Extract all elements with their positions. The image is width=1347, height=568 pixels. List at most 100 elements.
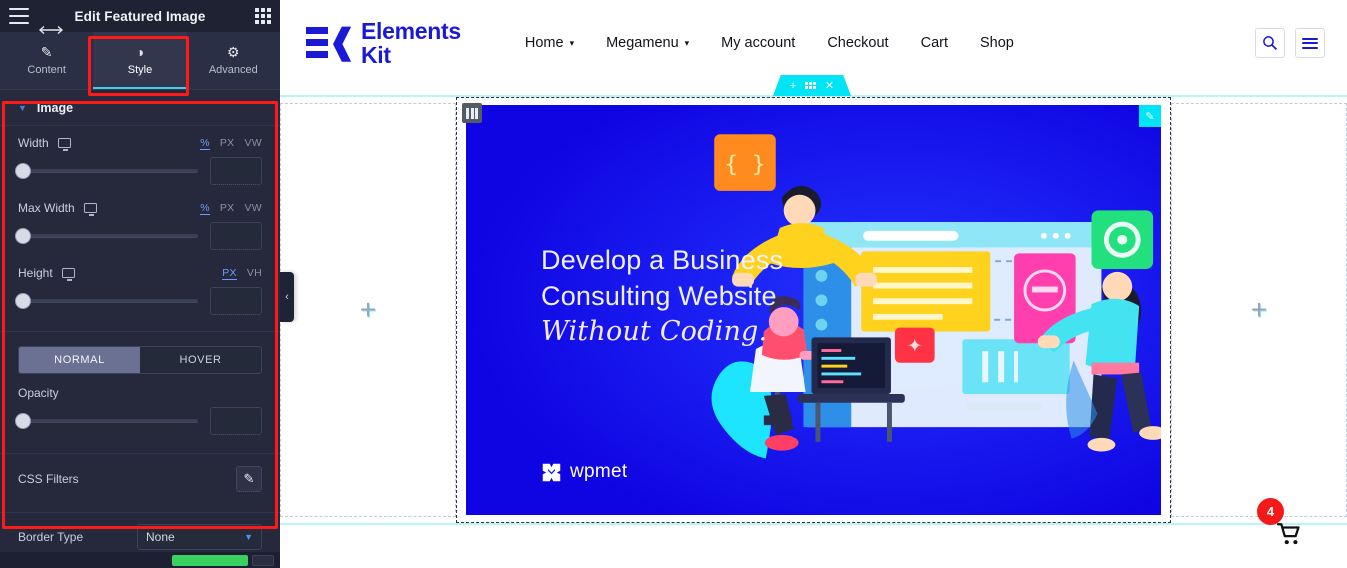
header-actions — [1255, 28, 1325, 58]
banner-headline-script: Without Coding. — [541, 316, 768, 348]
desktop-icon[interactable] — [61, 268, 75, 281]
nav-item-my-account[interactable]: My account — [721, 35, 795, 51]
site-header: ❰ Elements Kit Home ▾ Megamenu ▾ My acco… — [280, 0, 1347, 86]
site-preview: ❰ Elements Kit Home ▾ Megamenu ▾ My acco… — [280, 0, 1347, 568]
border-type-label: Border Type — [18, 530, 84, 544]
shopping-cart-icon[interactable] — [1277, 522, 1303, 546]
panel-title: Edit Featured Image — [74, 8, 206, 24]
height-slider[interactable] — [16, 294, 198, 308]
unit-vw[interactable]: VW — [244, 202, 262, 215]
grid-dots-icon[interactable] — [805, 82, 816, 89]
panel-footer-action[interactable] — [252, 554, 274, 566]
close-x-icon[interactable]: ✕ — [825, 79, 834, 92]
section-toolbar[interactable]: + ✕ — [773, 75, 851, 96]
section-title: Image — [36, 100, 74, 115]
banner-headline-line1: Develop a Business — [541, 245, 784, 275]
site-logo[interactable]: ❰ Elements Kit — [306, 19, 461, 67]
unit-px[interactable]: PX — [220, 202, 235, 215]
state-tab-normal[interactable]: NORMAL — [19, 347, 140, 373]
max-width-input[interactable] — [210, 222, 262, 250]
opacity-input[interactable] — [210, 407, 262, 435]
opacity-slider-knob[interactable] — [16, 414, 30, 428]
state-tab-group: NORMAL HOVER — [18, 346, 262, 374]
unit-px[interactable]: PX — [222, 267, 237, 280]
control-width-label: Width — [18, 136, 71, 151]
desktop-icon[interactable] — [83, 203, 97, 216]
column-right-empty[interactable]: + — [1171, 103, 1347, 517]
editor-section: + ✎ {} ✦ Develop a Business Consulting … — [280, 95, 1347, 525]
control-width: Width % PX VW — [0, 126, 280, 191]
svg-text:{ }: { } — [724, 152, 765, 178]
nav-item-checkout[interactable]: Checkout — [827, 35, 888, 51]
search-icon[interactable] — [1255, 28, 1285, 58]
add-widget-plus-icon[interactable]: + — [360, 296, 376, 324]
unit-percent[interactable]: % — [200, 137, 210, 150]
nav-item-cart[interactable]: Cart — [921, 35, 948, 51]
column-left-empty[interactable]: + — [280, 103, 456, 517]
nav-item-shop[interactable]: Shop — [980, 35, 1014, 51]
border-type-value: None — [146, 530, 175, 544]
control-border-type: Border Type None ▼ — [0, 513, 280, 556]
logo-line-2: Kit — [361, 42, 391, 68]
max-width-slider-knob[interactable] — [16, 229, 30, 243]
banner-brand-text: wpmet — [570, 461, 628, 482]
tab-advanced[interactable]: ⚙ Advanced — [187, 32, 280, 89]
column-with-image-widget[interactable]: ✎ {} ✦ Develop a Business Consulting We… — [456, 97, 1171, 523]
unit-vw[interactable]: VW — [244, 137, 262, 150]
tab-style-label: Style — [127, 64, 153, 76]
wpmet-logo-icon — [541, 462, 562, 483]
pencil-edit-icon[interactable]: ✎ — [236, 466, 262, 492]
panel-collapse-toggle[interactable]: ‹ — [280, 272, 294, 322]
css-filters-label: CSS Filters — [18, 472, 79, 486]
control-css-filters: CSS Filters ✎ — [0, 454, 280, 498]
opacity-slider[interactable] — [16, 414, 198, 428]
gear-icon: ⚙ — [227, 44, 240, 60]
nav-item-megamenu[interactable]: Megamenu ▾ — [606, 35, 689, 51]
grid-apps-icon[interactable] — [255, 8, 271, 24]
elementor-editor-screen: Edit Featured Image ✎ Content ◑ Style ⚙ … — [0, 0, 1347, 568]
hamburger-icon[interactable] — [9, 8, 29, 24]
control-opacity: Opacity — [0, 374, 280, 441]
menu-hamburger-icon[interactable] — [1295, 28, 1325, 58]
banner-headline-line2: Consulting Website — [541, 280, 777, 311]
main-nav: Home ▾ Megamenu ▾ My account Checkout Ca… — [525, 35, 1014, 51]
add-widget-plus-icon[interactable]: + — [1251, 296, 1267, 324]
unit-vh[interactable]: VH — [247, 267, 262, 280]
chevron-down-icon: ▼ — [18, 102, 27, 113]
state-tab-hover[interactable]: HOVER — [140, 347, 261, 373]
elementor-left-panel: Edit Featured Image ✎ Content ◑ Style ⚙ … — [0, 0, 280, 568]
publish-button[interactable] — [172, 554, 248, 566]
cart-badge: 4 — [1257, 498, 1284, 525]
height-input[interactable] — [210, 287, 262, 315]
width-slider[interactable] — [16, 164, 198, 178]
control-height: Height PX VH — [0, 256, 280, 321]
unit-percent[interactable]: % — [200, 202, 210, 215]
chevron-down-icon: ▾ — [569, 37, 575, 48]
section-header-image[interactable]: ▼ Image — [0, 90, 280, 126]
border-type-select[interactable]: None ▼ — [137, 524, 262, 550]
pencil-icon: ✎ — [40, 44, 53, 60]
plus-icon[interactable]: + — [790, 80, 796, 92]
svg-text:✦: ✦ — [907, 335, 923, 356]
tab-advanced-label: Advanced — [208, 64, 258, 76]
logo-text: Elements Kit — [361, 19, 461, 67]
banner-brand: wpmet — [541, 461, 627, 483]
control-height-label: Height — [18, 266, 75, 281]
elementskit-logo-icon: ❰ — [306, 25, 357, 61]
column-handle-icon[interactable] — [462, 103, 482, 123]
featured-image-widget[interactable]: ✎ {} ✦ Develop a Business Consulting We… — [466, 105, 1161, 515]
width-slider-knob[interactable] — [16, 164, 30, 178]
floating-cart[interactable]: 4 — [1257, 498, 1319, 562]
max-width-slider[interactable] — [16, 229, 198, 243]
panel-footer — [0, 552, 280, 568]
tab-content[interactable]: ✎ Content — [0, 32, 93, 89]
tab-style[interactable]: ◑ Style — [93, 32, 187, 89]
width-unit-switcher: % PX VW — [200, 137, 262, 150]
width-input[interactable] — [210, 157, 262, 185]
divider — [0, 331, 280, 332]
height-slider-knob[interactable] — [16, 294, 30, 308]
unit-px[interactable]: PX — [220, 137, 235, 150]
desktop-icon[interactable] — [57, 138, 71, 151]
widget-edit-pencil-icon[interactable]: ✎ — [1139, 105, 1161, 127]
nav-item-home[interactable]: Home ▾ — [525, 35, 574, 51]
